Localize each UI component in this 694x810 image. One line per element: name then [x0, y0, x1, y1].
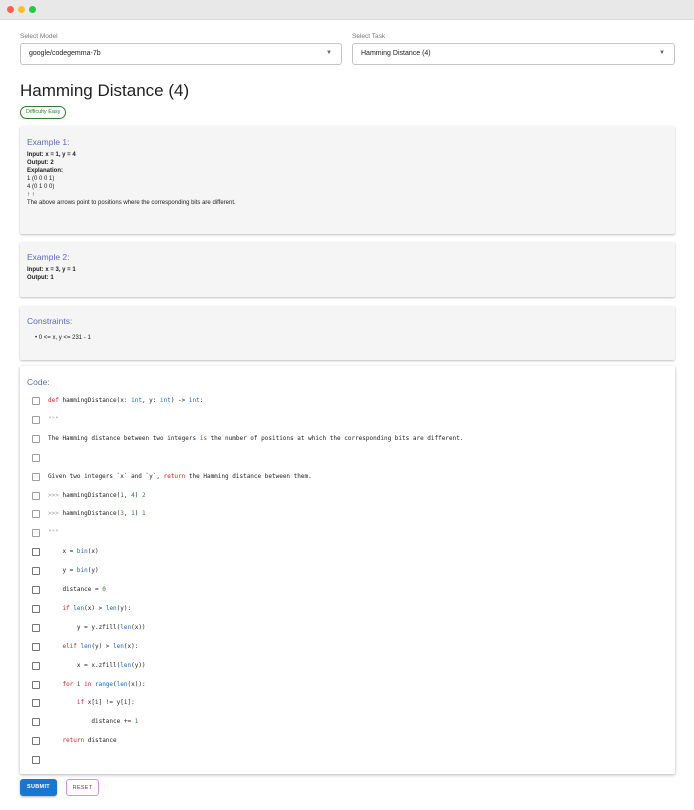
example-1-output: Output: 2: [27, 160, 54, 166]
constraints-title: Constraints:: [27, 316, 73, 326]
code-line-text: elif len(y) > len(x):: [62, 642, 139, 650]
code-line-checkbox[interactable]: [32, 397, 40, 405]
code-line-text: if x[i] != y[i]:: [76, 699, 135, 707]
code-line: x = x.zfill(len(y)): [32, 661, 662, 673]
example-1-line: ↑ ↑: [27, 192, 35, 198]
code-line-checkbox[interactable]: [32, 586, 40, 594]
code-line-text: distance = 0: [48, 586, 106, 593]
example-2-card: Example 2: Input: x = 3, y = 1 Output: 1: [20, 242, 675, 297]
minimize-window-icon[interactable]: [18, 6, 25, 13]
code-line-text: for i in range(len(x)):: [62, 680, 146, 688]
chevron-down-icon: ▼: [659, 50, 665, 56]
example-1-line: 1 (0 0 0 1): [27, 176, 55, 182]
code-line-text: def hammingDistance(x: int, y: int) -> i…: [48, 397, 204, 404]
code-line-text: Given two integers `x` and `y`, return t…: [48, 472, 312, 480]
code-line-checkbox[interactable]: [32, 699, 40, 708]
model-select-label: Select Model: [20, 33, 58, 40]
submit-button[interactable]: SUBMIT: [20, 779, 57, 796]
code-line: The Hamming distance between two integer…: [32, 434, 662, 446]
code-line-checkbox[interactable]: [32, 756, 40, 765]
code-line-checkbox[interactable]: [32, 453, 40, 462]
code-line-checkbox[interactable]: [32, 548, 40, 557]
code-line-checkbox[interactable]: [32, 472, 40, 481]
code-line: y = y.zfill(len(x)): [32, 623, 662, 635]
code-line-checkbox[interactable]: [32, 718, 40, 727]
code-line: def hammingDistance(x: int, y: int) -> i…: [32, 396, 662, 408]
maximize-window-icon[interactable]: [29, 6, 36, 13]
code-line-checkbox[interactable]: [32, 415, 40, 424]
code-line-text: The Hamming distance between two integer…: [48, 434, 464, 442]
window-titlebar: [0, 0, 694, 20]
example-1-line: 4 (0 1 0 0): [27, 184, 55, 190]
code-line-checkbox[interactable]: [32, 510, 40, 519]
code-line-text: x = x.zfill(len(y)): [48, 661, 146, 669]
code-line-text: """: [48, 529, 59, 537]
code-line-text: x = bin(x): [48, 548, 99, 556]
page-title: Hamming Distance (4): [20, 81, 190, 100]
code-line-checkbox[interactable]: [32, 604, 40, 613]
example-2-title: Example 2:: [27, 252, 70, 262]
code-line-text: distance += 1: [48, 718, 139, 726]
app-content: Select Model google/codegemma-7b ▼ Selec…: [0, 20, 694, 810]
task-select-value: Hamming Distance (4): [361, 50, 431, 57]
task-select[interactable]: Hamming Distance (4) ▼: [352, 43, 675, 65]
code-line: x = bin(x): [32, 547, 662, 559]
model-select[interactable]: google/codegemma-7b ▼: [20, 43, 342, 65]
constraint-text: 0 <= x, y <= 231 - 1: [38, 335, 91, 341]
code-line: """: [32, 415, 662, 427]
code-line: >>> hammingDistance(1, 4) 2: [32, 491, 662, 503]
code-line-text: >>> hammingDistance(1, 4) 2: [48, 491, 146, 499]
code-line-text: if len(x) > len(y):: [62, 604, 132, 612]
example-1-card: Example 1: Input: x = 1, y = 4 Output: 2…: [20, 126, 675, 234]
example-2-input: Input: x = 3, y = 1: [27, 267, 76, 273]
code-line-checkbox[interactable]: [32, 661, 40, 670]
code-line-checkbox[interactable]: [32, 529, 40, 538]
code-line-text: y = y.zfill(len(x)): [48, 623, 146, 631]
code-line: return distance: [32, 736, 662, 748]
difficulty-badge: Difficulty Easy: [20, 106, 67, 119]
code-line: distance = 0: [32, 585, 662, 597]
code-line: if len(x) > len(y):: [32, 604, 662, 616]
code-line-checkbox[interactable]: [32, 623, 40, 632]
example-1-title: Example 1:: [27, 137, 70, 147]
code-line: [32, 453, 662, 465]
code-line: elif len(y) > len(x):: [32, 642, 662, 654]
model-select-value: google/codegemma-7b: [29, 50, 101, 57]
example-1-input: Input: x = 1, y = 4: [27, 152, 76, 158]
code-line: [32, 755, 662, 767]
code-line-checkbox[interactable]: [32, 434, 40, 443]
close-window-icon[interactable]: [7, 6, 14, 13]
reset-button[interactable]: RESET: [66, 779, 99, 796]
code-line-checkbox[interactable]: [32, 491, 40, 500]
code-line-text: >>> hammingDistance(3, 1) 1: [48, 510, 146, 518]
task-select-label: Select Task: [352, 33, 386, 40]
constraints-card: Constraints: • 0 <= x, y <= 231 - 1: [20, 306, 675, 360]
code-line-checkbox[interactable]: [32, 737, 40, 746]
code-line-text: """: [48, 415, 59, 423]
code-card: Code: def hammingDistance(x: int, y: int…: [20, 366, 675, 774]
code-line: """: [32, 528, 662, 540]
code-line-checkbox[interactable]: [32, 567, 40, 576]
code-line: Given two integers `x` and `y`, return t…: [32, 472, 662, 484]
code-line: distance += 1: [32, 717, 662, 729]
code-line-text: y = bin(y): [48, 567, 99, 575]
code-line: >>> hammingDistance(3, 1) 1: [32, 509, 662, 521]
code-line-text: return distance: [62, 737, 117, 745]
code-line: y = bin(y): [32, 566, 662, 578]
example-1-line: The above arrows point to positions wher…: [27, 200, 236, 206]
code-title: Code:: [27, 377, 50, 387]
code-line: if x[i] != y[i]:: [32, 698, 662, 710]
example-1-explanation-label: Explanation:: [27, 168, 64, 174]
code-line: for i in range(len(x)):: [32, 680, 662, 692]
example-2-output: Output: 1: [27, 275, 54, 281]
code-line-checkbox[interactable]: [32, 680, 40, 689]
code-line-checkbox[interactable]: [32, 642, 40, 651]
chevron-down-icon: ▼: [326, 50, 332, 56]
constraint-item: • 0 <= x, y <= 231 - 1: [35, 335, 91, 341]
